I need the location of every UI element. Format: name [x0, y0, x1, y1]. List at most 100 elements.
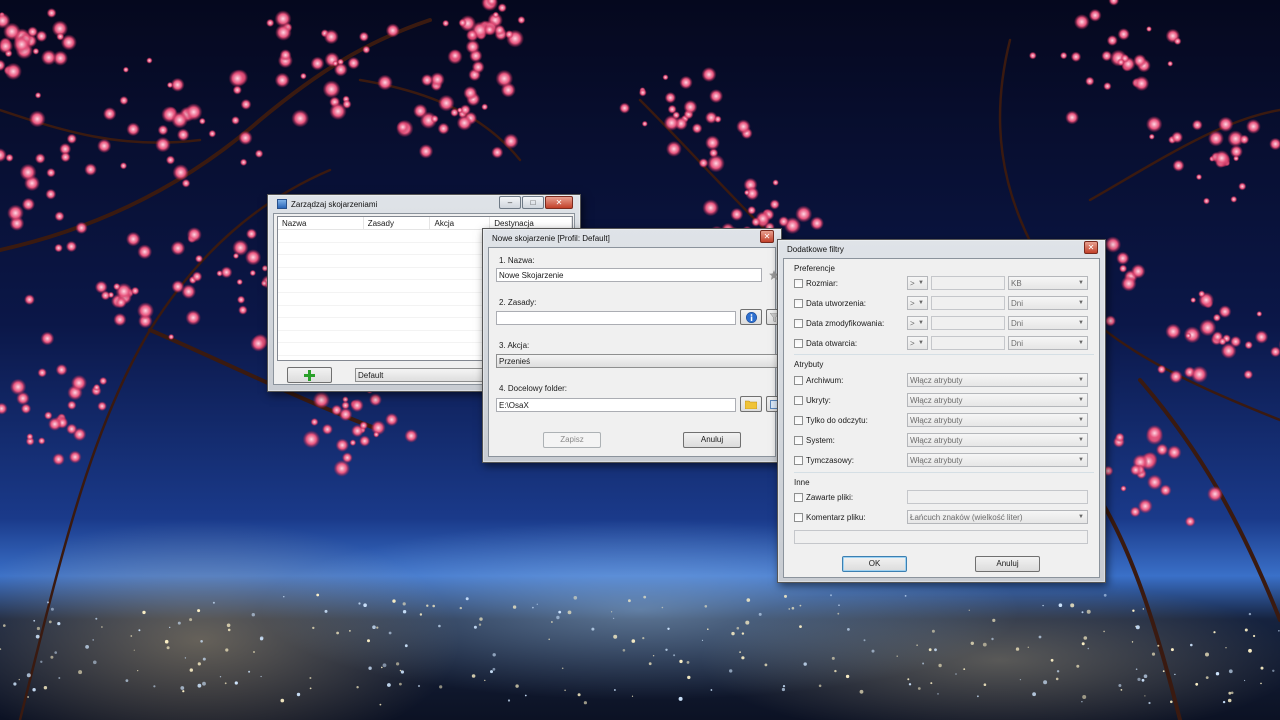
- close-button[interactable]: ✕: [545, 196, 573, 209]
- folder-icon: [745, 400, 757, 409]
- created-value-field[interactable]: [931, 296, 1005, 310]
- size-unit-select[interactable]: KB ▼: [1008, 276, 1088, 290]
- other-group-title: Inne: [794, 478, 810, 487]
- archive-select[interactable]: Włącz atrybuty ▼: [907, 373, 1088, 387]
- preferences-divider: [794, 354, 1094, 355]
- opened-label: Data otwarcia:: [806, 339, 858, 348]
- minimize-button[interactable]: –: [499, 196, 521, 209]
- readonly-checkbox[interactable]: [794, 416, 803, 425]
- rules-label: 2. Zasady:: [499, 298, 537, 307]
- profile-select-value: Default: [358, 371, 384, 380]
- cancel-button[interactable]: Anuluj: [683, 432, 741, 448]
- comment-label: Komentarz pliku:: [806, 513, 866, 522]
- created-checkbox[interactable]: [794, 299, 803, 308]
- created-unit-select[interactable]: Dni ▼: [1008, 296, 1088, 310]
- modified-checkbox[interactable]: [794, 319, 803, 328]
- attributes-divider: [794, 472, 1094, 473]
- comment-mode-value: Łańcuch znaków (wielkość liter): [910, 513, 1023, 522]
- size-unit-value: KB: [1011, 279, 1022, 288]
- cancel-button[interactable]: Anuluj: [975, 556, 1040, 572]
- column-rules[interactable]: Zasady: [364, 217, 431, 229]
- system-select[interactable]: Włącz atrybuty ▼: [907, 433, 1088, 447]
- opened-checkbox[interactable]: [794, 339, 803, 348]
- hidden-select[interactable]: Włącz atrybuty ▼: [907, 393, 1088, 407]
- info-icon: [745, 311, 757, 323]
- temporary-label: Tymczasowy:: [806, 456, 855, 465]
- opened-unit-value: Dni: [1011, 339, 1024, 348]
- temporary-checkbox[interactable]: [794, 456, 803, 465]
- created-unit-value: Dni: [1011, 299, 1024, 308]
- rules-field[interactable]: [496, 311, 736, 325]
- system-label: System:: [806, 436, 835, 445]
- column-name[interactable]: Nazwa: [278, 217, 364, 229]
- opened-value-field[interactable]: [931, 336, 1005, 350]
- filters-window-client: Preferencje Rozmiar: > ▼ KB ▼ Data utworze…: [783, 258, 1100, 578]
- new-window-titlebar[interactable]: Nowe skojarzenie [Profil: Default] ✕: [488, 229, 776, 247]
- archive-label: Archiwum:: [806, 376, 844, 385]
- modified-value-field[interactable]: [931, 316, 1005, 330]
- modified-unit-value: Dni: [1011, 319, 1024, 328]
- ok-button[interactable]: OK: [842, 556, 907, 572]
- browse-folder-button[interactable]: [740, 396, 762, 412]
- new-window-title: Nowe skojarzenie [Profil: Default]: [492, 233, 610, 243]
- manage-window-titlebar[interactable]: Zarządzaj skojarzeniami – □ ✕: [273, 195, 575, 213]
- temporary-select-value: Włącz atrybuty: [910, 456, 963, 465]
- name-label: 1. Nazwa:: [499, 256, 535, 265]
- contains-files-label: Zawarte pliki:: [806, 493, 854, 502]
- hidden-select-value: Włącz atrybuty: [910, 396, 963, 405]
- action-select[interactable]: Przenieś: [496, 354, 786, 368]
- comment-text-field[interactable]: [794, 530, 1088, 544]
- rules-info-button[interactable]: [740, 309, 762, 325]
- system-select-value: Włącz atrybuty: [910, 436, 963, 445]
- opened-operator-select[interactable]: > ▼: [907, 336, 928, 350]
- manage-window-title: Zarządzaj skojarzeniami: [291, 199, 378, 209]
- system-checkbox[interactable]: [794, 436, 803, 445]
- modified-label: Data zmodyfikowania:: [806, 319, 885, 328]
- created-operator-select[interactable]: > ▼: [907, 296, 928, 310]
- modified-operator-value: >: [910, 319, 915, 328]
- action-label: 3. Akcja:: [499, 341, 530, 350]
- comment-mode-select[interactable]: Łańcuch znaków (wielkość liter) ▼: [907, 510, 1088, 524]
- created-operator-value: >: [910, 299, 915, 308]
- created-label: Data utworzenia:: [806, 299, 867, 308]
- hidden-checkbox[interactable]: [794, 396, 803, 405]
- size-value-field[interactable]: [931, 276, 1005, 290]
- folder-label: 4. Docelowy folder:: [499, 384, 568, 393]
- action-select-value: Przenieś: [499, 357, 531, 366]
- add-association-button[interactable]: [287, 367, 332, 383]
- close-button[interactable]: ✕: [1084, 241, 1098, 254]
- new-window-client: 1. Nazwa: Nowe Skojarzenie 2. Zasady: 3.…: [488, 247, 786, 457]
- maximize-button[interactable]: □: [522, 196, 544, 209]
- comment-checkbox[interactable]: [794, 513, 803, 522]
- size-operator-select[interactable]: > ▼: [907, 276, 928, 290]
- hidden-label: Ukryty:: [806, 396, 831, 405]
- folder-field[interactable]: E:\OsaX: [496, 398, 736, 412]
- preferences-group-title: Preferencje: [794, 264, 835, 273]
- temporary-select[interactable]: Włącz atrybuty ▼: [907, 453, 1088, 467]
- readonly-select-value: Włącz atrybuty: [910, 416, 963, 425]
- contains-files-checkbox[interactable]: [794, 493, 803, 502]
- app-icon: [277, 199, 287, 209]
- modified-operator-select[interactable]: > ▼: [907, 316, 928, 330]
- readonly-label: Tylko do odczytu:: [806, 416, 868, 425]
- attributes-group-title: Atrybuty: [794, 360, 824, 369]
- save-button[interactable]: Zapisz: [543, 432, 601, 448]
- archive-select-value: Włącz atrybuty: [910, 376, 963, 385]
- close-button[interactable]: ✕: [760, 230, 774, 243]
- name-field[interactable]: Nowe Skojarzenie: [496, 268, 762, 282]
- filters-window-title: Dodatkowe filtry: [787, 244, 844, 254]
- profile-select[interactable]: Default: [355, 368, 495, 382]
- readonly-select[interactable]: Włącz atrybuty ▼: [907, 413, 1088, 427]
- opened-unit-select[interactable]: Dni ▼: [1008, 336, 1088, 350]
- archive-checkbox[interactable]: [794, 376, 803, 385]
- size-operator-value: >: [910, 279, 915, 288]
- extra-filters-window: Dodatkowe filtry ✕ Preferencje Rozmiar: …: [777, 239, 1106, 583]
- plus-icon: [304, 369, 315, 381]
- new-association-window: Nowe skojarzenie [Profil: Default] ✕ 1. …: [482, 228, 786, 463]
- size-checkbox[interactable]: [794, 279, 803, 288]
- size-label: Rozmiar:: [806, 279, 839, 288]
- opened-operator-value: >: [910, 339, 915, 348]
- modified-unit-select[interactable]: Dni ▼: [1008, 316, 1088, 330]
- filters-window-titlebar[interactable]: Dodatkowe filtry ✕: [783, 240, 1100, 258]
- contains-files-field[interactable]: [907, 490, 1088, 504]
